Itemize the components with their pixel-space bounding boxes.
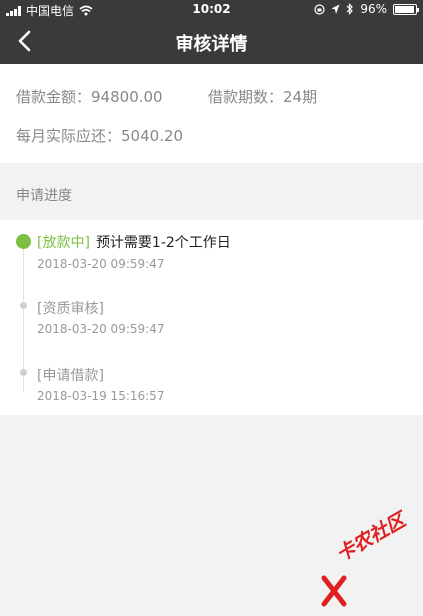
term-value: 24期 xyxy=(283,88,318,106)
progress-timeline: [放款中] 预计需要1-2个工作日 2018-03-20 09:59:47 [资质… xyxy=(0,220,423,415)
loan-summary: 借款金额：94800.00 借款期数：24期 每月实际应还：5040.20 xyxy=(0,64,423,163)
battery-fill xyxy=(395,5,414,13)
bluetooth-icon xyxy=(346,3,354,15)
step-header: [资质审核] xyxy=(37,298,104,318)
step-note: 预计需要1-2个工作日 xyxy=(95,235,231,251)
step-time: 2018-03-20 09:59:47 xyxy=(37,257,165,271)
summary-row-1: 借款金额：94800.00 借款期数：24期 xyxy=(16,86,423,107)
step-status: [放款中] xyxy=(37,235,90,251)
step-status: [资质审核] xyxy=(37,301,104,317)
step-header: [申请借款] xyxy=(37,365,104,385)
status-bar: 中国电信 10:02 96% xyxy=(0,0,423,18)
amount-value: 94800.00 xyxy=(91,88,163,106)
summary-row-2: 每月实际应还：5040.20 xyxy=(16,125,183,146)
nav-bar: 审核详情 xyxy=(0,18,423,64)
battery-percent: 96% xyxy=(360,2,387,16)
monthly-label: 每月实际应还： xyxy=(16,127,122,145)
step-status: [申请借款] xyxy=(37,368,104,384)
step-dot-icon xyxy=(20,302,27,309)
watermark-text: 卡农社区 xyxy=(332,509,410,567)
step-dot-icon xyxy=(16,234,31,249)
step-time: 2018-03-19 15:16:57 xyxy=(37,389,165,403)
watermark-x-icon xyxy=(321,575,347,607)
step-dot-icon xyxy=(20,369,27,376)
orientation-lock-icon xyxy=(314,3,325,15)
section-title: 申请进度 xyxy=(16,188,72,204)
step-time: 2018-03-20 09:59:47 xyxy=(37,322,165,336)
page-title: 审核详情 xyxy=(175,34,248,55)
location-icon xyxy=(331,4,340,14)
status-bar-right: 96% xyxy=(314,2,419,16)
term-field: 借款期数：24期 xyxy=(208,86,317,107)
monthly-value: 5040.20 xyxy=(121,127,184,145)
amount-label: 借款金额： xyxy=(16,88,92,106)
battery-icon xyxy=(393,3,419,15)
term-label: 借款期数： xyxy=(208,88,284,106)
step-header: [放款中] 预计需要1-2个工作日 xyxy=(37,232,231,252)
